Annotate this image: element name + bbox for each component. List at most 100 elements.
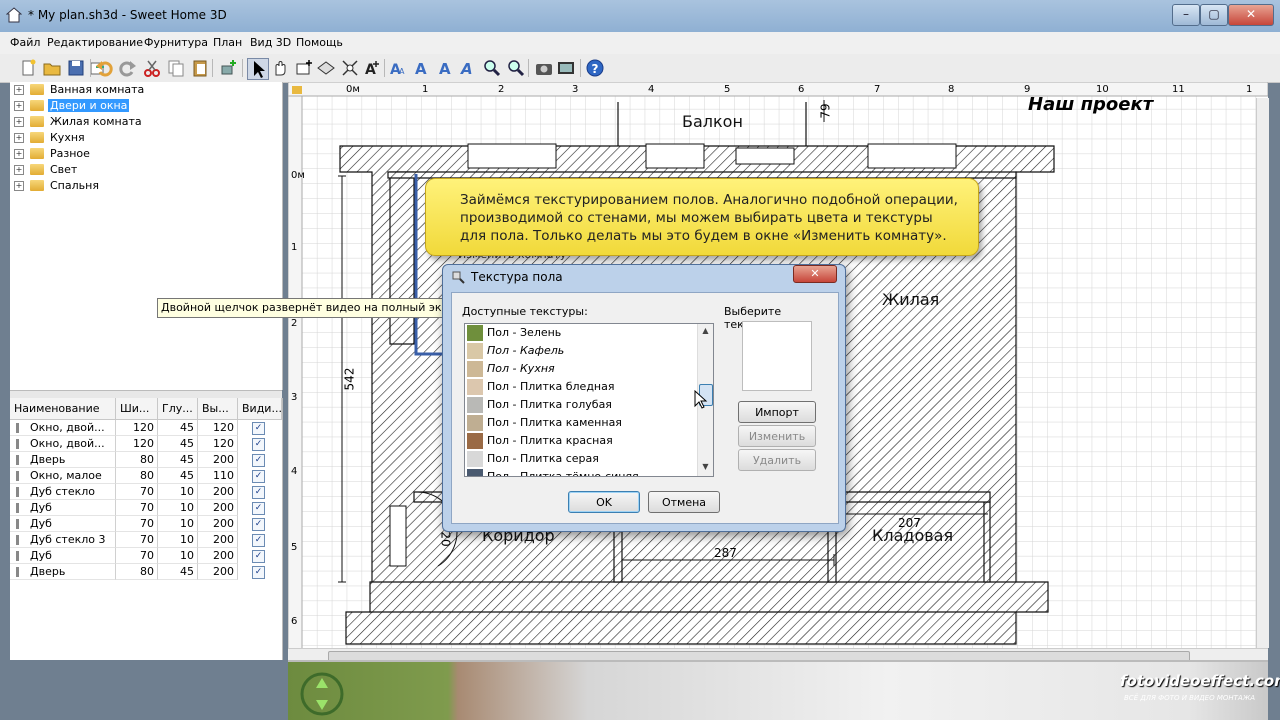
copy-icon[interactable] xyxy=(166,58,186,78)
menu-furniture[interactable]: Фурнитура xyxy=(144,36,208,49)
create-rooms-icon[interactable] xyxy=(316,58,336,78)
texture-item[interactable]: Пол - Зелень xyxy=(465,324,697,342)
furniture-dimension-cell[interactable]: 200 xyxy=(198,484,238,500)
furniture-dimension-cell[interactable]: 45 xyxy=(158,436,198,452)
text-size-icon[interactable]: A xyxy=(436,58,456,78)
menu-edit[interactable]: Редактирование xyxy=(47,36,143,49)
expand-icon[interactable]: + xyxy=(14,133,24,143)
furniture-dimension-cell[interactable]: 200 xyxy=(198,452,238,468)
furniture-dimension-cell[interactable]: 120 xyxy=(198,420,238,436)
expand-icon[interactable]: + xyxy=(14,165,24,175)
furniture-dimension-cell[interactable]: 200 xyxy=(198,532,238,548)
save-icon[interactable] xyxy=(66,58,86,78)
furniture-dimension-cell[interactable]: 45 xyxy=(158,452,198,468)
menu-help[interactable]: Помощь xyxy=(296,36,343,49)
furniture-name-cell[interactable]: Дверь xyxy=(10,452,116,468)
add-text-icon[interactable]: A xyxy=(362,58,382,78)
visible-checkbox[interactable]: ✓ xyxy=(252,486,265,499)
column-height[interactable]: Вы... xyxy=(198,398,238,420)
furniture-dimension-cell[interactable]: 200 xyxy=(198,564,238,580)
add-furniture-icon[interactable] xyxy=(218,58,238,78)
texture-item[interactable]: Пол - Плитка красная xyxy=(465,432,697,450)
maximize-button[interactable]: ▢ xyxy=(1200,4,1228,26)
expand-icon[interactable]: + xyxy=(14,85,24,95)
3d-view[interactable] xyxy=(288,662,1268,720)
texture-item[interactable]: Пол - Плитка серая xyxy=(465,450,697,468)
help-icon[interactable]: ? xyxy=(585,58,605,78)
text-style-icon[interactable]: AA xyxy=(388,58,408,78)
furniture-dimension-cell[interactable]: 200 xyxy=(198,548,238,564)
furniture-name-cell[interactable]: Дуб xyxy=(10,548,116,564)
textures-list[interactable]: Пол - Зелень Пол - Кафель Пол - Кухня Пол -… xyxy=(464,323,714,477)
expand-icon[interactable]: + xyxy=(14,117,24,127)
close-button[interactable]: ✕ xyxy=(1228,4,1274,26)
furniture-dimension-cell[interactable]: 70 xyxy=(116,516,158,532)
texture-item[interactable]: Пол - Плитка тёмно-синяя xyxy=(465,468,697,476)
text-bold-icon[interactable]: A xyxy=(412,58,432,78)
visible-checkbox[interactable]: ✓ xyxy=(252,438,265,451)
room-label-living[interactable]: Жилая xyxy=(882,290,939,309)
room-label-balcony[interactable]: Балкон xyxy=(682,112,743,131)
cancel-button[interactable]: Отмена xyxy=(648,491,720,513)
catalog-item-kitchen[interactable]: + Кухня xyxy=(10,130,270,146)
ok-button[interactable]: OK xyxy=(568,491,640,513)
expand-icon[interactable]: + xyxy=(14,181,24,191)
scroll-up-icon[interactable]: ▲ xyxy=(700,326,711,337)
plan-vertical-scrollbar[interactable] xyxy=(1256,98,1269,648)
catalog-item-living-room[interactable]: + Жилая комната xyxy=(10,114,270,130)
furniture-dimension-cell[interactable]: 70 xyxy=(116,548,158,564)
catalog-item-doors-windows[interactable]: + Двери и окна xyxy=(10,98,270,114)
furniture-name-cell[interactable]: Окно, двой... xyxy=(10,420,116,436)
column-depth[interactable]: Глу... xyxy=(158,398,198,420)
furniture-dimension-cell[interactable]: 80 xyxy=(116,468,158,484)
column-visible[interactable]: Види... xyxy=(238,398,282,420)
furniture-dimension-cell[interactable]: 70 xyxy=(116,500,158,516)
furniture-dimension-cell[interactable]: 45 xyxy=(158,564,198,580)
furniture-name-cell[interactable]: Окно, двой... xyxy=(10,436,116,452)
visible-checkbox[interactable]: ✓ xyxy=(252,422,265,435)
menu-file[interactable]: Файл xyxy=(10,36,40,49)
furniture-name-cell[interactable]: Дуб xyxy=(10,500,116,516)
furniture-dimension-cell[interactable]: 110 xyxy=(198,468,238,484)
text-italic-icon[interactable]: A xyxy=(458,58,478,78)
furniture-dimension-cell[interactable]: 200 xyxy=(198,500,238,516)
furniture-dimension-cell[interactable]: 10 xyxy=(158,548,198,564)
furniture-name-cell[interactable]: Дверь xyxy=(10,564,116,580)
texture-item[interactable]: Пол - Плитка голубая xyxy=(465,396,697,414)
photo-icon[interactable] xyxy=(534,58,554,78)
catalog-item-misc[interactable]: + Разное xyxy=(10,146,270,162)
furniture-name-cell[interactable]: Окно, малое xyxy=(10,468,116,484)
furniture-dimension-cell[interactable]: 80 xyxy=(116,564,158,580)
furniture-dimension-cell[interactable]: 70 xyxy=(116,532,158,548)
pan-icon[interactable] xyxy=(270,58,290,78)
menu-3d-view[interactable]: Вид 3D xyxy=(250,36,291,49)
new-icon[interactable] xyxy=(18,58,38,78)
modify-button[interactable]: Изменить xyxy=(738,425,816,447)
paste-icon[interactable] xyxy=(190,58,210,78)
scissors-icon[interactable] xyxy=(142,58,162,78)
visible-checkbox[interactable]: ✓ xyxy=(252,502,265,515)
furniture-dimension-cell[interactable]: 120 xyxy=(198,436,238,452)
select-icon[interactable] xyxy=(247,58,269,80)
visible-checkbox[interactable]: ✓ xyxy=(252,566,265,579)
furniture-dimension-cell[interactable]: 45 xyxy=(158,420,198,436)
texture-item[interactable]: Пол - Плитка каменная xyxy=(465,414,697,432)
furniture-dimension-cell[interactable]: 10 xyxy=(158,500,198,516)
catalog-item-bedroom[interactable]: + Спальня xyxy=(10,178,270,194)
expand-icon[interactable]: + xyxy=(14,149,24,159)
catalog-item-lights[interactable]: + Свет xyxy=(10,162,270,178)
furniture-dimension-cell[interactable]: 200 xyxy=(198,516,238,532)
expand-icon[interactable]: + xyxy=(14,101,24,111)
create-walls-icon[interactable] xyxy=(294,58,314,78)
furniture-dimension-cell[interactable]: 120 xyxy=(116,420,158,436)
video-icon[interactable] xyxy=(556,58,576,78)
column-width[interactable]: Ши... xyxy=(116,398,158,420)
furniture-dimension-cell[interactable]: 45 xyxy=(158,468,198,484)
texture-item[interactable]: Пол - Кухня xyxy=(465,360,697,378)
navigation-arrows-icon[interactable] xyxy=(298,670,346,718)
visible-checkbox[interactable]: ✓ xyxy=(252,534,265,547)
furniture-dimension-cell[interactable]: 70 xyxy=(116,484,158,500)
furniture-name-cell[interactable]: Дуб стекло xyxy=(10,484,116,500)
zoom-out-icon[interactable] xyxy=(506,58,526,78)
furniture-dimension-cell[interactable]: 10 xyxy=(158,532,198,548)
